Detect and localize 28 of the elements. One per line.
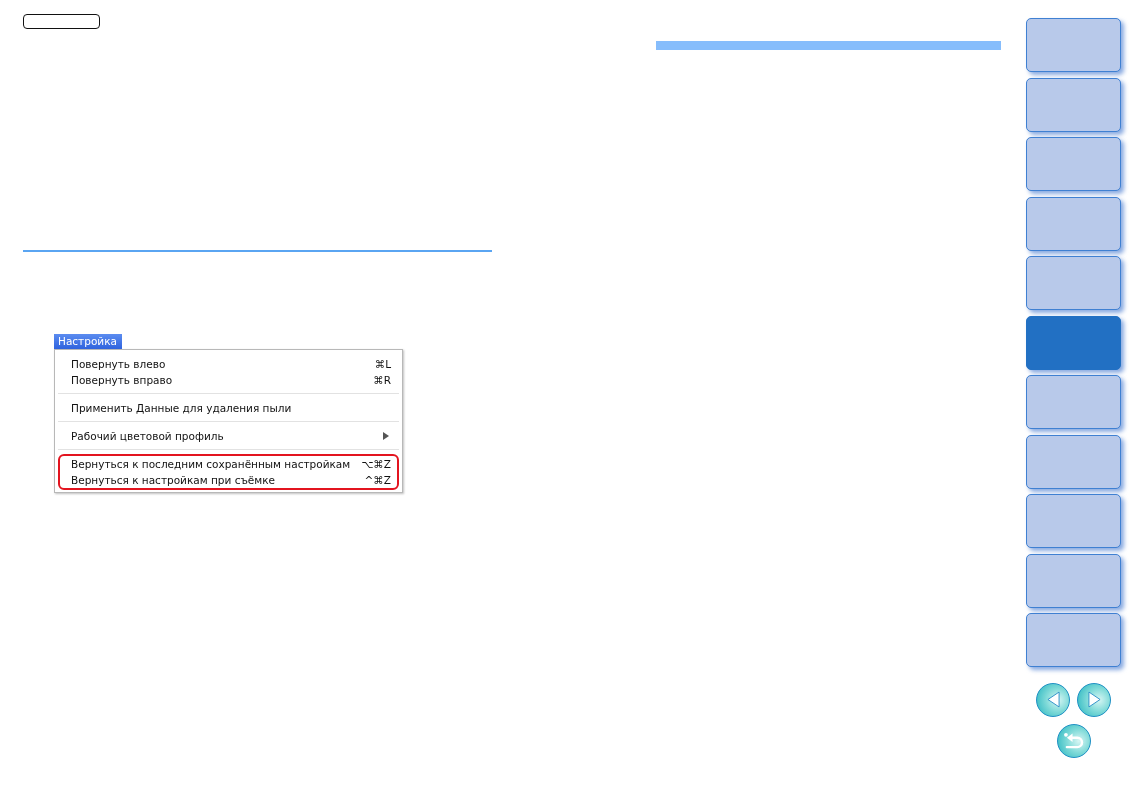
menu-item[interactable]: Вернуться к последним сохранённым настройкам ⌥⌘Z: [60, 456, 397, 472]
sidebar-tab[interactable]: [1026, 434, 1121, 489]
sidebar-tab[interactable]: [1026, 137, 1121, 191]
shortcut-text: ⌥⌘Z: [361, 458, 391, 470]
shortcut-text: ⌘R: [373, 374, 391, 386]
menu-item[interactable]: Повернуть влево ⌘L: [60, 356, 397, 372]
shortcut-text: ⌘L: [374, 358, 391, 370]
sidebar-tab[interactable]: [1026, 494, 1121, 548]
sidebar-tab[interactable]: [1026, 375, 1121, 429]
menu-item[interactable]: Вернуться к настройкам при съёмке ^⌘Z: [60, 472, 397, 488]
return-button[interactable]: [1056, 723, 1091, 758]
sidebar-tab[interactable]: [1026, 18, 1121, 72]
next-page-button[interactable]: [1077, 682, 1111, 717]
right-triangle-icon: [1087, 691, 1101, 708]
shortcut-text: ^⌘Z: [364, 474, 391, 486]
sidebar-tab[interactable]: [1026, 256, 1121, 310]
previous-page-button[interactable]: [1036, 682, 1070, 717]
return-arrow-icon: [1063, 732, 1084, 749]
sidebar-tab[interactable]: [1026, 553, 1121, 608]
menu-item[interactable]: Применить Данные для удаления пыли: [60, 400, 397, 416]
menu-item[interactable]: Повернуть вправо ⌘R: [60, 372, 397, 388]
sidebar-tab[interactable]: [1026, 315, 1121, 370]
menu-title[interactable]: Настройка: [54, 334, 122, 349]
sidebar-tab[interactable]: [1026, 77, 1121, 132]
menu-item[interactable]: Рабочий цветовой профиль: [60, 428, 397, 444]
sidebar-tab[interactable]: [1026, 196, 1121, 251]
left-triangle-icon: [1046, 691, 1060, 708]
sidebar-tab[interactable]: [1026, 613, 1121, 667]
